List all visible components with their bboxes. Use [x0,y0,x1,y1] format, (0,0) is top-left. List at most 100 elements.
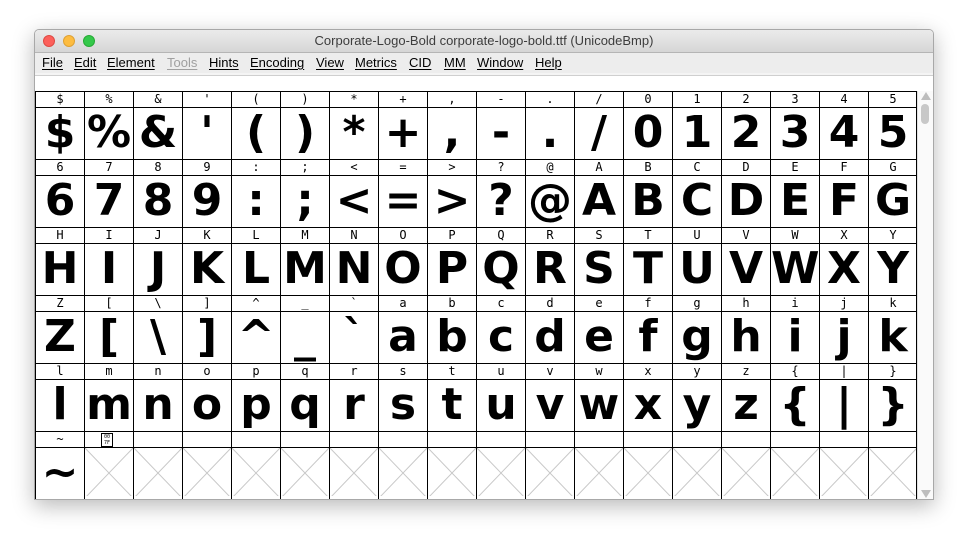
glyph-cell[interactable]: YY [869,227,917,295]
glyph-cell[interactable]: (( [232,91,280,159]
glyph-cell[interactable]: ' ' [183,91,231,159]
glyph-cell[interactable]: mm [85,363,133,431]
glyph-cell[interactable]: hh [722,295,770,363]
glyph-cell[interactable]: jj [820,295,868,363]
glyph-cell[interactable]: \ \ [134,295,182,363]
glyph-cell[interactable]: dd [526,295,574,363]
menu-file[interactable]: File [42,54,63,72]
glyph-cell[interactable]: 44 [820,91,868,159]
glyph-cell[interactable]: bb [428,295,476,363]
glyph-cell[interactable]: ` ` [330,295,378,363]
glyph-cell[interactable]: qq [281,363,329,431]
glyph-cell[interactable]: II [85,227,133,295]
glyph-cell[interactable]: QQ [477,227,525,295]
glyph-cell[interactable]: MM [281,227,329,295]
glyph-cell[interactable]: JJ [134,227,182,295]
glyph-cell[interactable]: 55 [869,91,917,159]
glyph-cell[interactable] [526,431,574,499]
glyph-cell[interactable]: ff [624,295,672,363]
glyph-cell[interactable]: HH [36,227,84,295]
glyph-cell[interactable] [869,431,917,499]
glyph-cell[interactable]: < < [330,159,378,227]
glyph-cell[interactable]: KK [183,227,231,295]
glyph-cell[interactable]: rr [330,363,378,431]
glyph-cell[interactable]: ZZ [36,295,84,363]
glyph-cell[interactable]: ll [36,363,84,431]
glyph-cell[interactable]: )) [281,91,329,159]
glyph-cell[interactable]: ~ ~ [36,431,84,499]
glyph-cell[interactable]: tt [428,363,476,431]
glyph-cell[interactable]: AA [575,159,623,227]
glyph-cell[interactable]: ]] [183,295,231,363]
glyph-cell[interactable]: zz [722,363,770,431]
glyph-cell[interactable]: OO [379,227,427,295]
glyph-cell[interactable]: DD [722,159,770,227]
glyph-cell[interactable]: LL [232,227,280,295]
glyph-cell[interactable] [771,431,819,499]
menu-edit[interactable]: Edit [74,54,96,72]
glyph-cell[interactable]: $ $ [36,91,84,159]
glyph-cell[interactable]: :: [232,159,280,227]
glyph-cell[interactable]: 11 [673,91,721,159]
glyph-cell[interactable]: kk [869,295,917,363]
glyph-cell[interactable]: ww [575,363,623,431]
glyph-cell[interactable]: 66 [36,159,84,227]
glyph-cell[interactable]: -- [477,91,525,159]
glyph-cell[interactable]: ii [771,295,819,363]
menu-element[interactable]: Element [107,54,155,72]
glyph-cell[interactable]: TT [624,227,672,295]
menu-encoding[interactable]: Encoding [250,54,304,72]
glyph-cell[interactable]: uu [477,363,525,431]
glyph-cell[interactable]: FF [820,159,868,227]
glyph-cell[interactable]: NN [330,227,378,295]
glyph-cell[interactable] [722,431,770,499]
vertical-scrollbar[interactable] [917,91,933,499]
glyph-cell[interactable] [673,431,721,499]
scroll-up-arrow-icon[interactable] [921,92,931,100]
glyph-cell[interactable]: ee [575,295,623,363]
glyph-cell[interactable]: 00 [624,91,672,159]
glyph-cell[interactable] [428,431,476,499]
glyph-cell[interactable]: > > [428,159,476,227]
menu-metrics[interactable]: Metrics [355,54,397,72]
menu-help[interactable]: Help [535,54,562,72]
glyph-cell[interactable]: cc [477,295,525,363]
glyph-cell[interactable]: * * [330,91,378,159]
glyph-cell[interactable]: PP [428,227,476,295]
glyph-cell[interactable] [232,431,280,499]
glyph-cell[interactable]: gg [673,295,721,363]
glyph-cell[interactable]: 88 [134,159,182,227]
glyph-cell[interactable]: ^ ^ [232,295,280,363]
glyph-cell[interactable]: oo [183,363,231,431]
glyph-cell[interactable]: UU [673,227,721,295]
menu-cid[interactable]: CID [409,54,431,72]
glyph-cell[interactable]: yy [673,363,721,431]
glyph-cell[interactable] [134,431,182,499]
glyph-cell[interactable] [281,431,329,499]
glyph-cell[interactable] [477,431,525,499]
glyph-cell[interactable]: EE [771,159,819,227]
menu-hints[interactable]: Hints [209,54,239,72]
glyph-cell[interactable]: aa [379,295,427,363]
glyph-cell[interactable]: nn [134,363,182,431]
glyph-cell[interactable]: = = [379,159,427,227]
glyph-cell[interactable]: CC [673,159,721,227]
glyph-cell[interactable]: VV [722,227,770,295]
glyph-cell[interactable]: XX [820,227,868,295]
glyph-cell[interactable]: & & [134,91,182,159]
glyph-cell[interactable]: .. [526,91,574,159]
glyph-cell[interactable] [183,431,231,499]
glyph-cell[interactable]: | | [820,363,868,431]
menu-tools[interactable]: Tools [167,54,197,72]
glyph-cell[interactable]: @ @ [526,159,574,227]
glyph-cell[interactable]: 99 [183,159,231,227]
menu-view[interactable]: View [316,54,344,72]
glyph-cell[interactable]: 22 [722,91,770,159]
glyph-cell[interactable]: xx [624,363,672,431]
glyph-cell[interactable]: GG [869,159,917,227]
glyph-cell[interactable]: _ _ [281,295,329,363]
glyph-cell[interactable]: }} [869,363,917,431]
menu-mm[interactable]: MM [444,54,466,72]
glyph-cell[interactable]: ss [379,363,427,431]
scrollbar-thumb[interactable] [921,104,929,124]
